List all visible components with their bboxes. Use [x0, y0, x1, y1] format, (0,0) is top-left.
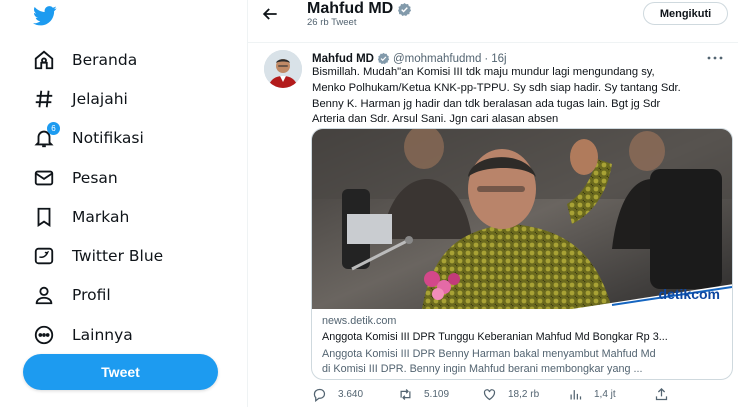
card-image [312, 129, 732, 309]
tweet-text: Bismillah. Mudah"an Komisi III tdk maju … [312, 65, 732, 128]
nav-label: Markah [72, 207, 130, 226]
views-chart-icon [570, 390, 582, 400]
sidebar: Beranda Jelajahi 6 Notifikasi Pesan Mark… [0, 0, 247, 407]
main-column: Mahfud MD 26 rb Tweet Mengikuti Mahfud M… [247, 0, 738, 407]
tweet-text-line: Menko Polhukam/Ketua KNK-pp-TPPU. Sy sdh… [312, 81, 681, 94]
envelope-icon [33, 167, 55, 189]
reply-button[interactable]: 3.640 [312, 387, 363, 402]
nav-item-lainnya[interactable]: Lainnya [33, 315, 163, 354]
avatar[interactable] [264, 50, 302, 88]
reply-icon [313, 388, 326, 402]
nav-label: Notifikasi [72, 129, 144, 148]
retweet-icon [400, 389, 411, 400]
nav-item-markah[interactable]: Markah [33, 197, 163, 236]
detikcom-watermark: detikcom [659, 286, 720, 302]
header-divider [248, 42, 738, 43]
card-domain: news.detik.com [322, 315, 397, 327]
bookmark-icon [33, 206, 55, 228]
twitter-bird-icon[interactable] [33, 6, 57, 26]
retweet-button[interactable]: 5.109 [398, 387, 449, 402]
verified-badge-icon [377, 52, 390, 65]
tweet-author-handle[interactable]: @mohmahfudmd [393, 53, 481, 65]
tweet-time[interactable]: 16j [491, 53, 506, 65]
share-icon [655, 387, 668, 401]
nav-label: Lainnya [72, 325, 133, 344]
nav-item-pesan[interactable]: Pesan [33, 158, 163, 197]
person-icon [33, 284, 55, 306]
more-options-icon[interactable] [706, 53, 724, 63]
tweet-author-name[interactable]: Mahfud MD [312, 53, 374, 65]
retweet-count: 5.109 [424, 389, 450, 400]
profile-header: Mahfud MD 26 rb Tweet Mengikuti [248, 0, 738, 42]
verified-badge-icon [398, 2, 412, 16]
like-count: 18,2 rb [508, 389, 540, 400]
nav-label: Twitter Blue [72, 247, 164, 266]
back-arrow-icon[interactable] [260, 4, 280, 24]
nav-label: Jelajahi [72, 89, 128, 108]
hashtag-icon [33, 88, 55, 110]
header-name: Mahfud MD [307, 0, 394, 17]
header-name-row: Mahfud MD [307, 0, 412, 18]
like-button[interactable]: 18,2 rb [482, 387, 539, 402]
nav-item-jelajahi[interactable]: Jelajahi [33, 79, 163, 118]
separator-dot: · [484, 52, 489, 65]
link-card[interactable]: detikcom news.detik.com Anggota Komisi I… [311, 128, 733, 380]
tweet-count: 26 rb Tweet [307, 17, 357, 28]
views-count: 1,4 jt [594, 389, 616, 400]
twitter-blue-icon [33, 245, 55, 267]
tweet-actions: 3.640 5.109 18,2 rb 1,4 jt [312, 387, 732, 405]
nav-item-notifikasi[interactable]: 6 Notifikasi [33, 119, 163, 158]
tweet-button[interactable]: Tweet [23, 354, 218, 390]
home-icon [33, 49, 55, 71]
heart-icon [483, 389, 496, 401]
share-button[interactable] [654, 387, 680, 402]
nav-label: Beranda [72, 50, 138, 69]
nav-label: Pesan [72, 168, 118, 187]
tweet-text-line: Benny K. Harman jg hadir dan tdk beralas… [312, 97, 661, 110]
tweet-text-line: Arteria dan Sdr. Arsul Sani. Jgn cari al… [312, 113, 559, 126]
bell-icon: 6 [33, 122, 60, 149]
notification-badge: 6 [47, 122, 60, 136]
detikcom-watermark-text: detikcom [658, 286, 720, 302]
nav-item-twitter-blue[interactable]: Twitter Blue [33, 236, 163, 275]
nav-label: Profil [72, 286, 111, 305]
card-title: Anggota Komisi III DPR Tunggu Keberanian… [322, 331, 668, 343]
reply-count: 3.640 [338, 389, 364, 400]
nav-item-profil[interactable]: Profil [33, 276, 163, 315]
card-desc-line: di Komisi III DPR. Benny ingin Mahfud be… [322, 363, 643, 375]
tweet-text-line: Bismillah. Mudah"an Komisi III tdk maju … [312, 66, 655, 78]
card-description: Anggota Komisi III DPR Benny Harman baka… [322, 347, 722, 377]
card-desc-line: Anggota Komisi III DPR Benny Harman baka… [322, 348, 656, 360]
nav-item-beranda[interactable]: Beranda [33, 40, 163, 79]
tweet-header: Mahfud MD @mohmahfudmd · 16j [312, 52, 507, 65]
main-nav: Beranda Jelajahi 6 Notifikasi Pesan Mark… [33, 40, 163, 354]
views-button[interactable]: 1,4 jt [568, 387, 616, 402]
more-circle-icon [33, 324, 55, 346]
following-button[interactable]: Mengikuti [643, 2, 728, 25]
